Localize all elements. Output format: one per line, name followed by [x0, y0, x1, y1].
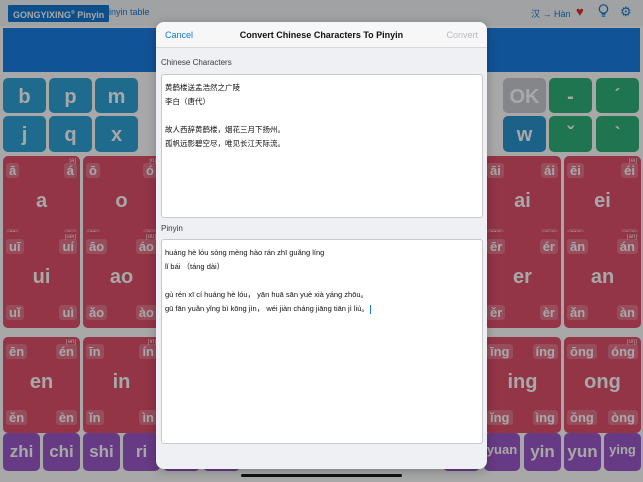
pinyin-line: gù rén xī cí huáng hè lóu， yān huā sān y… [165, 290, 369, 299]
chinese-line [165, 109, 479, 123]
chinese-line: 李白（唐代） [165, 97, 210, 106]
convert-dialog: Cancel Convert Chinese Characters To Pin… [156, 22, 487, 469]
pinyin-line: lǐ bái （táng dài） [165, 262, 225, 271]
dialog-title: Convert Chinese Characters To Pinyin [239, 30, 404, 40]
pinyin-line-text: gū fān yuǎn yǐng bì kōng jìn， wéi jiàn c… [165, 304, 369, 313]
pinyin-line: huáng hè lóu sòng mèng hào rán zhī guǎng… [165, 248, 325, 257]
home-indicator [241, 474, 402, 477]
chinese-line: 孤帆远影碧空尽，唯见长江天际流。 [165, 139, 285, 148]
chinese-line: 故人西辞黄鹤楼，烟花三月下扬州。 [165, 125, 285, 134]
pinyin-line [165, 274, 479, 288]
chinese-characters-label: Chinese Characters [161, 58, 232, 67]
chinese-line: 黄鹤楼送孟浩然之广陵 [165, 83, 240, 92]
convert-button[interactable]: Convert [446, 30, 478, 40]
app-screen: GONGYIXING® Pinyin Pinyin table 汉 → Hàn … [0, 0, 643, 482]
pinyin-line: gū fān yuǎn yǐng bì kōng jìn， wéi jiàn c… [165, 302, 479, 316]
chinese-input[interactable]: 黄鹤楼送孟浩然之广陵 李白（唐代） 故人西辞黄鹤楼，烟花三月下扬州。 孤帆远影碧… [161, 74, 483, 218]
pinyin-output[interactable]: huáng hè lóu sòng mèng hào rán zhī guǎng… [161, 239, 483, 444]
dialog-nav-bar: Cancel Convert Chinese Characters To Pin… [156, 22, 487, 48]
pinyin-label: Pinyin [161, 224, 183, 233]
text-caret [369, 304, 371, 314]
